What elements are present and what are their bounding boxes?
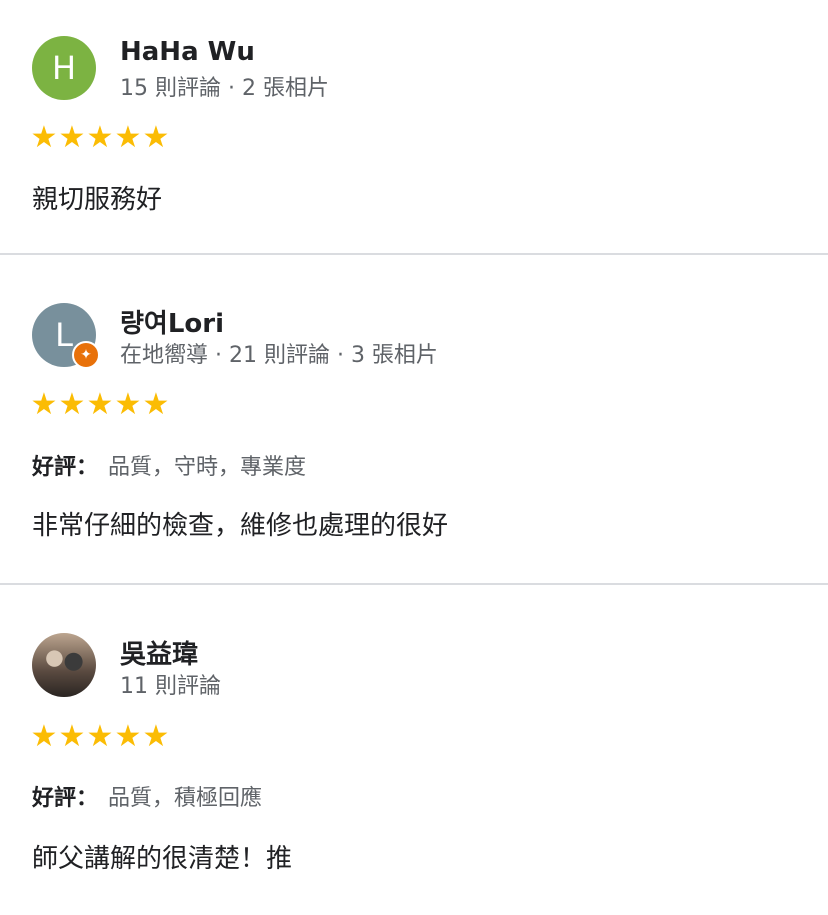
star-icon: ★: [114, 120, 142, 155]
star-icon: ★: [86, 719, 114, 754]
star-icon: ★: [114, 719, 142, 754]
review-highlights: 好評： 品質，積極回應: [32, 780, 262, 812]
review-card: H HaHa Wu 15 則評論 · 2 張相片 ★★★★★ 親切服務好: [0, 0, 828, 254]
star-icon: ★: [86, 387, 114, 422]
reviewer-name[interactable]: HaHa Wu: [120, 37, 255, 67]
star-icon: ★: [58, 719, 86, 754]
reviewer-meta: 15 則評論 · 2 張相片: [120, 76, 329, 101]
review-highlights: 好評： 品質，守時，專業度: [32, 449, 306, 481]
star-icon: ★: [58, 387, 86, 422]
reviewer-meta: 在地嚮導 · 21 則評論 · 3 張相片: [120, 343, 438, 368]
star-rating: ★★★★★: [30, 722, 170, 752]
star-icon: ★: [142, 387, 170, 422]
highlights-label: 好評：: [32, 786, 99, 811]
reviewer-name[interactable]: 吳益瑋: [120, 634, 198, 671]
star-icon: ★: [30, 719, 58, 754]
star-icon: ★: [86, 120, 114, 155]
star-rating: ★★★★★: [30, 390, 170, 420]
star-icon: ★: [30, 120, 58, 155]
star-icon: ★: [58, 120, 86, 155]
reviewer-name[interactable]: 량여Lori: [120, 303, 224, 340]
star-icon: ★: [142, 719, 170, 754]
divider: [0, 583, 828, 585]
review-card: 吳益瑋 11 則評論 ★★★★★ 好評： 品質，積極回應 師父講解的很清楚！推: [0, 586, 828, 915]
highlights-label: 好評：: [32, 455, 99, 480]
reviewer-meta: 11 則評論: [120, 674, 221, 699]
review-text: 師父講解的很清楚！推: [32, 844, 293, 874]
star-icon: ★: [114, 387, 142, 422]
highlights-values: 品質，積極回應: [108, 786, 263, 811]
star-icon: ★: [142, 120, 170, 155]
avatar[interactable]: [32, 633, 96, 697]
review-text: 親切服務好: [32, 185, 163, 215]
star-icon: ★: [30, 387, 58, 422]
local-guide-badge-icon: ✦: [72, 341, 100, 369]
review-text: 非常仔細的檢查，維修也處理的很好: [32, 511, 449, 541]
highlights-values: 品質，守時，專業度: [108, 455, 307, 480]
review-card: L ✦ 량여Lori 在地嚮導 · 21 則評論 · 3 張相片 ★★★★★ 好…: [0, 255, 828, 585]
avatar[interactable]: H: [32, 36, 96, 100]
star-rating: ★★★★★: [30, 123, 170, 153]
